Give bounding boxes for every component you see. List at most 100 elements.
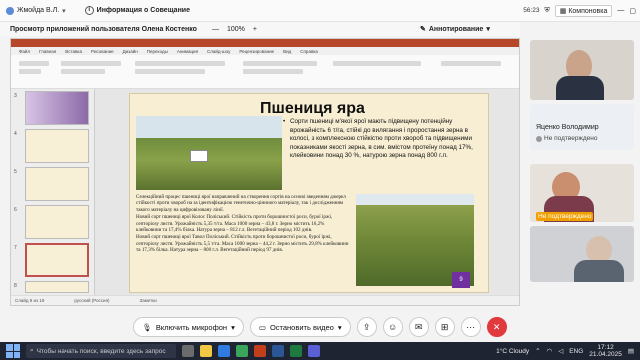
notes-button[interactable]: Заметки: [140, 298, 157, 303]
ppt-tab[interactable]: Переходы: [147, 49, 168, 54]
participant-status: Не подтверждено: [536, 212, 594, 221]
participant-video[interactable]: [530, 40, 634, 100]
ppt-tab[interactable]: Анимация: [177, 49, 198, 54]
apps-button[interactable]: ⊞: [434, 317, 455, 337]
network-icon[interactable]: ◠: [547, 347, 553, 355]
thumb-number: 4: [14, 131, 17, 137]
clock-time: 17:12: [597, 344, 614, 351]
more-button[interactable]: ⋯: [460, 317, 481, 337]
task-view-icon[interactable]: [182, 345, 194, 357]
chrome-icon[interactable]: [236, 345, 248, 357]
warning-icon: [536, 135, 542, 142]
thumb-number: 3: [14, 93, 17, 99]
thumb-number: 6: [14, 207, 17, 213]
body-paragraph: Новий сорт пшениці ярої Тавол Поліський.…: [136, 234, 349, 254]
field-sign: [190, 150, 208, 162]
ppt-tab[interactable]: Дизайн: [123, 49, 138, 54]
ribbon-group[interactable]: [135, 61, 225, 66]
ppt-status-bar: Слайд 9 из 19 русский (Россия) Заметки: [11, 295, 519, 305]
ribbon-group[interactable]: [243, 69, 303, 74]
meeting-info-button[interactable]: i Информация о Совещание: [84, 6, 190, 15]
annotate-button[interactable]: ✎ Аннотирование ▾: [420, 25, 490, 34]
layout-button[interactable]: ▦ Компоновка: [554, 4, 613, 17]
weather-widget[interactable]: 1°C Cloudy: [496, 348, 529, 355]
ppt-tab[interactable]: Справка: [300, 49, 318, 54]
participant-tile[interactable]: Яценко Володимир Не подтверждено: [530, 104, 634, 150]
slide-thumbnail[interactable]: [25, 281, 89, 293]
mic-label: Включить микрофон: [155, 322, 228, 332]
chevron-down-icon: ▾: [231, 322, 235, 332]
windows-start-icon[interactable]: [6, 344, 20, 358]
ppt-tab[interactable]: Вставка: [65, 49, 82, 54]
share-title: Просмотр приложений пользователя Олена К…: [10, 25, 197, 33]
zoom-in-button[interactable]: +: [253, 26, 257, 33]
ribbon-group[interactable]: [19, 61, 49, 66]
ppt-ribbon: [11, 55, 519, 89]
slide-title: Пшениця яра: [260, 100, 365, 117]
ribbon-group[interactable]: [441, 61, 501, 66]
language-indicator[interactable]: ENG: [569, 348, 583, 355]
ribbon-group[interactable]: [61, 61, 121, 66]
ppt-title-bar: [11, 39, 519, 47]
zoom-out-button[interactable]: —: [212, 26, 219, 33]
edge-icon[interactable]: [218, 345, 230, 357]
ppt-tab[interactable]: Главная: [39, 49, 56, 54]
taskbar-clock[interactable]: 17:12 21.04.2025: [589, 344, 622, 358]
participant-video[interactable]: [530, 226, 634, 282]
ppt-tab[interactable]: Слайд-шоу: [207, 49, 230, 54]
zoom-controls: — 100% +: [212, 26, 257, 33]
ppt-tab[interactable]: Рисование: [91, 49, 114, 54]
mic-button[interactable]: 🎙 Включить микрофон ▾: [133, 317, 244, 337]
ppt-tab[interactable]: Файл: [19, 49, 30, 54]
active-speaker[interactable]: Жмойда В.Л. ▾: [6, 6, 69, 15]
share-icon: ⇪: [362, 321, 371, 332]
ribbon-group[interactable]: [135, 69, 205, 74]
participants-button[interactable]: ☺: [382, 317, 403, 337]
thumb-number: 7: [14, 245, 17, 251]
participant-body: [556, 76, 604, 100]
ribbon-group[interactable]: [243, 61, 317, 66]
close-icon: ✕: [492, 321, 501, 332]
slide-thumbnail[interactable]: [25, 129, 89, 163]
video-button[interactable]: ▭ Остановить видео ▾: [249, 317, 351, 337]
wheat-field-photo: [136, 116, 282, 190]
ppt-tab[interactable]: Вид: [283, 49, 291, 54]
shield-icon[interactable]: ⛨: [545, 7, 550, 15]
share-button[interactable]: ⇪: [356, 317, 377, 337]
powerpoint-icon[interactable]: [254, 345, 266, 357]
slide-thumbnail[interactable]: [25, 167, 89, 201]
tray-arrow-icon[interactable]: ⌃: [535, 347, 540, 355]
search-placeholder: Чтобы начать поиск, введите здесь запрос: [36, 347, 166, 355]
participant-name: Яценко Володимир: [536, 124, 599, 131]
participant-video[interactable]: Не подтверждено: [530, 164, 634, 222]
teams-icon[interactable]: [308, 345, 320, 357]
slide-thumbnail[interactable]: [25, 91, 89, 125]
mic-off-icon: 🎙: [142, 322, 152, 332]
notification-icon[interactable]: ▤: [628, 347, 634, 355]
ribbon-group[interactable]: [333, 61, 421, 66]
ribbon-group[interactable]: [61, 69, 105, 74]
meeting-timer: 56:23: [523, 7, 540, 14]
shared-screen[interactable]: Файл Главная Вставка Рисование Дизайн Пе…: [10, 38, 520, 306]
video-icon: ▭: [258, 322, 266, 332]
slide-thumbnail-selected[interactable]: [25, 243, 89, 277]
volume-icon[interactable]: ◁: [558, 347, 563, 355]
clock-date: 21.04.2025: [589, 351, 622, 358]
file-explorer-icon[interactable]: [200, 345, 212, 357]
body-paragraph: Новий сорт пшениці ярої Колос Поліський.…: [136, 214, 333, 234]
excel-icon[interactable]: [290, 345, 302, 357]
participant-body: [574, 260, 624, 282]
taskbar-search[interactable]: ⌕ Чтобы начать поиск, введите здесь запро…: [26, 344, 176, 358]
current-slide[interactable]: Пшениця яра Сорти пшениці м'якої ярої ма…: [129, 93, 489, 293]
slide-canvas: Пшениця яра Сорти пшениці м'якої ярої ма…: [95, 89, 519, 295]
chat-button[interactable]: ✉: [408, 317, 429, 337]
pen-icon: ✎: [420, 26, 426, 33]
ribbon-group[interactable]: [19, 69, 41, 74]
minimize-icon[interactable]: —: [617, 7, 624, 14]
maximize-icon[interactable]: ▢: [629, 7, 636, 15]
slide-thumbnail[interactable]: [25, 205, 89, 239]
leave-button[interactable]: ✕: [486, 317, 507, 337]
thumb-number: 5: [14, 169, 17, 175]
word-icon[interactable]: [272, 345, 284, 357]
ppt-tab[interactable]: Рецензирование: [239, 49, 274, 54]
